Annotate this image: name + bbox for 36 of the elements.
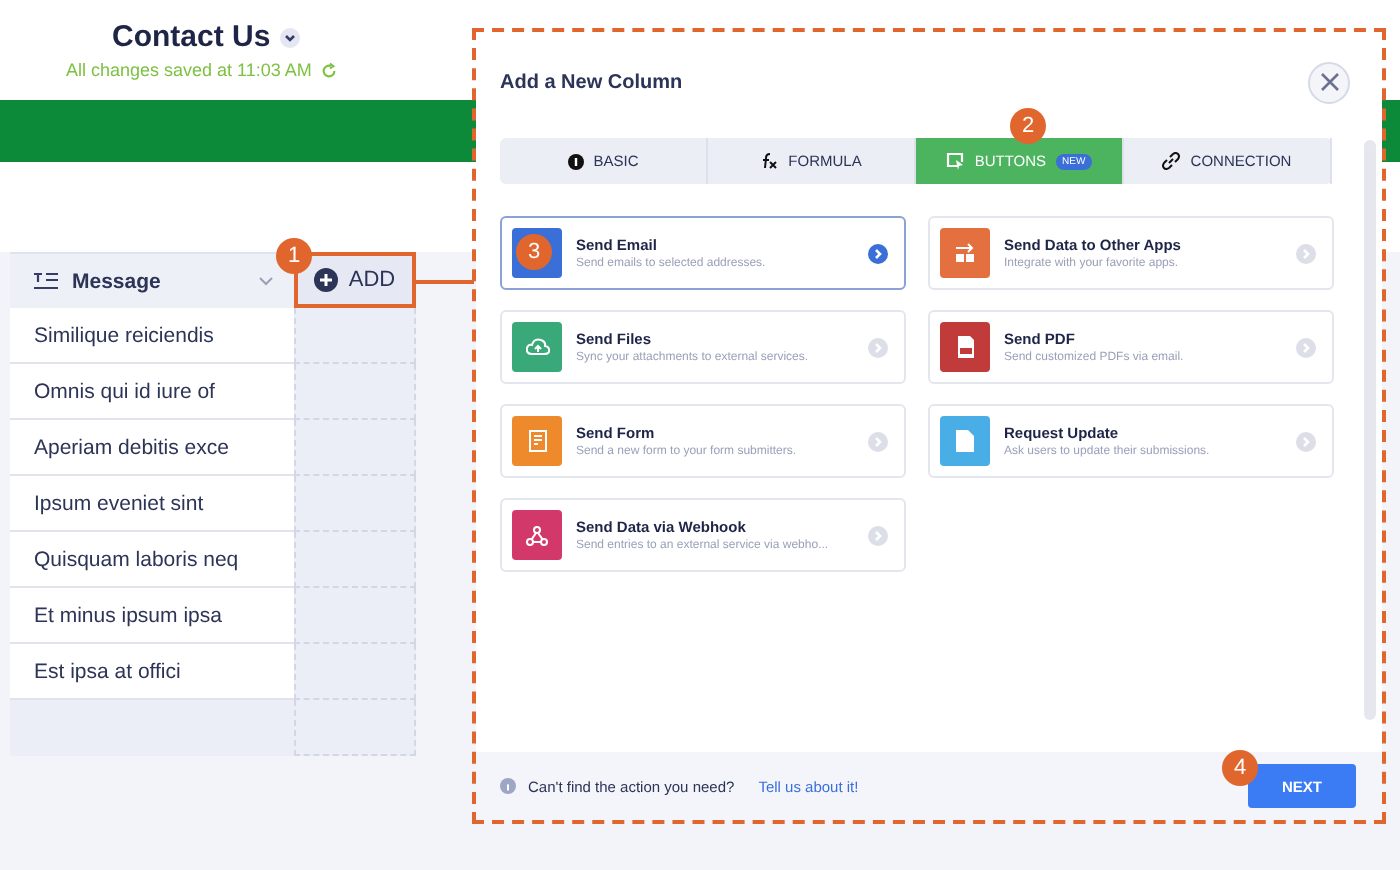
table-cell: Est ipsa at offici [10,644,294,700]
chevron-right-icon [1296,337,1316,357]
link-icon [1162,152,1181,170]
chevron-right-icon [868,525,888,545]
close-icon [1319,72,1339,92]
cloud-upload-icon [525,338,549,356]
table-cell: Omnis qui id iure of [10,364,294,420]
text-column-icon [34,272,58,290]
close-button[interactable] [1308,61,1350,103]
table-cell: Aperiam debitis exce [10,420,294,476]
info-icon [567,153,584,169]
column-title: Message [72,269,163,293]
save-status: All changes saved at 11:03 AM [66,60,312,80]
chevron-down-icon[interactable] [280,27,301,47]
form-title: Contact Us [112,20,271,54]
chevron-right-icon [1296,243,1316,263]
cursor-box-icon [946,152,965,170]
plus-icon [314,268,339,292]
table-cell: Quisquam laboris neq [10,532,294,588]
info-icon [500,778,516,794]
chevron-right-icon [1296,431,1316,451]
function-icon [760,152,779,170]
scrollbar[interactable] [1364,140,1376,720]
document-icon [955,336,975,358]
chevron-right-icon [868,337,888,357]
chevron-right-icon [868,243,888,263]
modal-title: Add a New Column [500,71,683,93]
webhook-icon [526,525,548,545]
refresh-icon [319,61,338,79]
arrows-icon [954,242,976,264]
table-cell: Similique reiciendis [10,308,294,364]
table-cell: Et minus ipsum ipsa [10,588,294,644]
form-icon [527,430,547,452]
document-icon [956,430,974,452]
chevron-right-icon [868,431,888,451]
table-cell: Ipsum eveniet sint [10,476,294,532]
